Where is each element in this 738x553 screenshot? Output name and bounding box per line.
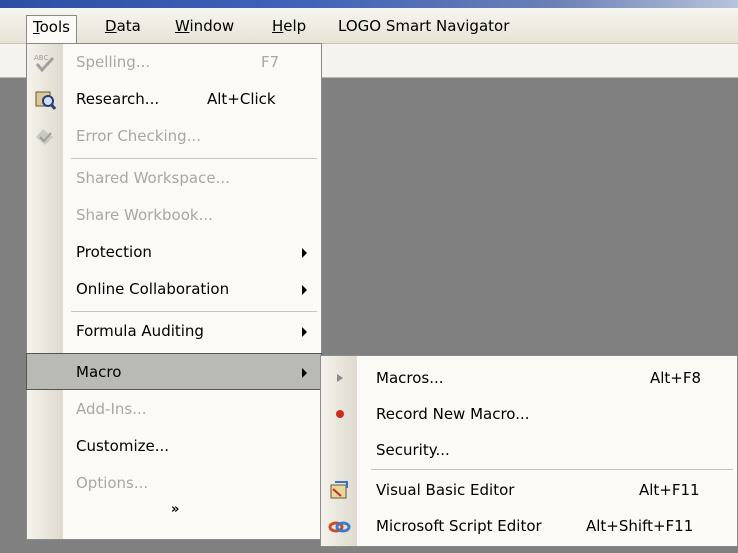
script-editor-icon: [327, 515, 351, 537]
menu-tools[interactable]: Tools: [26, 15, 77, 45]
menu-item-spelling[interactable]: ABC Spelling... F7: [27, 44, 321, 81]
research-icon: [33, 88, 57, 110]
menu-separator: [371, 469, 733, 470]
menu-item-macro[interactable]: Macro: [26, 353, 322, 390]
menu-window[interactable]: Window: [169, 15, 240, 39]
submenu-arrow-icon: [302, 248, 307, 258]
svg-text:ABC: ABC: [34, 54, 48, 62]
menu-separator: [71, 311, 317, 312]
menu-separator: [71, 158, 317, 159]
menu-item-visual-basic-editor[interactable]: Visual Basic Editor Alt+F11: [321, 472, 737, 509]
menu-item-online-collaboration[interactable]: Online Collaboration: [27, 271, 321, 308]
expand-menu-chevron-icon[interactable]: »: [171, 502, 179, 517]
menu-item-shared-workspace[interactable]: Shared Workspace...: [27, 160, 321, 197]
menu-bar: Tools Data Window Help LOGO Smart Naviga…: [0, 8, 738, 45]
menu-item-record-new-macro[interactable]: Record New Macro...: [321, 396, 737, 433]
spelling-icon: ABC: [33, 51, 57, 73]
submenu-arrow-icon: [302, 285, 307, 295]
menu-item-security[interactable]: Security...: [321, 432, 737, 469]
record-icon: [327, 403, 351, 425]
menu-item-protection[interactable]: Protection: [27, 234, 321, 271]
menu-help[interactable]: Help: [266, 15, 312, 39]
error-checking-icon: [33, 125, 57, 147]
menu-item-options[interactable]: Options...: [27, 465, 321, 502]
menu-item-error-checking[interactable]: Error Checking...: [27, 118, 321, 155]
menu-item-share-workbook[interactable]: Share Workbook...: [27, 197, 321, 234]
macro-submenu: Macros... Alt+F8 Record New Macro... Sec…: [320, 355, 738, 547]
menu-item-microsoft-script-editor[interactable]: Microsoft Script Editor Alt+Shift+F11: [321, 508, 737, 545]
smart-navigator-label[interactable]: LOGO Smart Navigator: [332, 15, 515, 39]
run-macro-icon: [327, 367, 351, 389]
tools-menu: ABC Spelling... F7 Research... Alt+Click…: [26, 43, 322, 540]
window-title-strip: [0, 0, 738, 8]
vb-editor-icon: [327, 479, 351, 501]
menu-item-add-ins[interactable]: Add-Ins...: [27, 391, 321, 428]
menu-item-research[interactable]: Research... Alt+Click: [27, 81, 321, 118]
menu-item-customize[interactable]: Customize...: [27, 428, 321, 465]
menu-data[interactable]: Data: [99, 15, 147, 39]
menu-item-macros[interactable]: Macros... Alt+F8: [321, 360, 737, 397]
menu-item-formula-auditing[interactable]: Formula Auditing: [27, 313, 321, 350]
submenu-arrow-icon: [302, 327, 307, 337]
submenu-arrow-icon: [302, 368, 307, 378]
